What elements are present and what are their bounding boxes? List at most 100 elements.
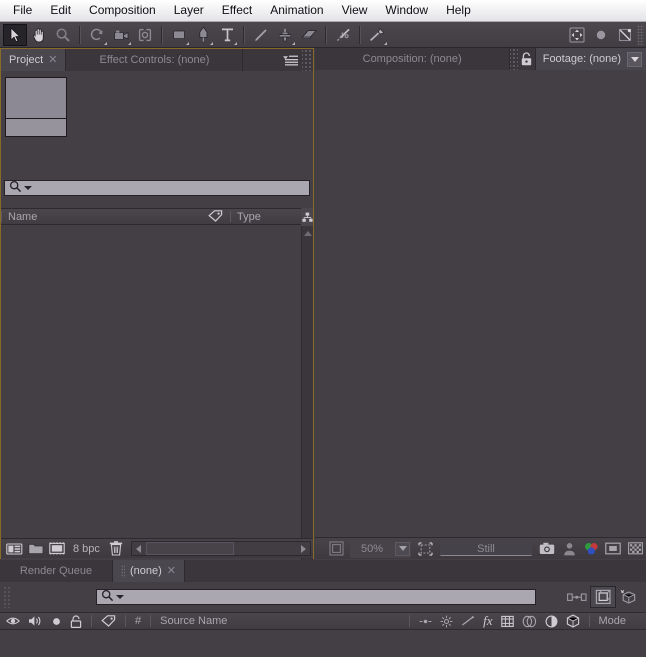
menu-item-window[interactable]: Window xyxy=(376,1,437,20)
solo-icon[interactable] xyxy=(47,613,66,629)
rotation-tool[interactable] xyxy=(85,24,109,46)
footage-selector[interactable]: Footage: (none) xyxy=(535,48,646,70)
tab-render-queue[interactable]: Render Queue xyxy=(0,560,113,582)
draft-3d-icon[interactable] xyxy=(590,586,616,608)
project-horizontal-scrollbar[interactable] xyxy=(131,541,311,556)
shy-icon[interactable] xyxy=(415,613,436,629)
search-filter-chevron-down-icon[interactable] xyxy=(24,186,32,190)
tab-grip[interactable] xyxy=(121,565,125,578)
adjustment-layer-icon[interactable] xyxy=(541,613,562,629)
project-column-selector-button[interactable] xyxy=(301,208,313,226)
zoom-level-value: 50% xyxy=(351,543,393,555)
brush-tool[interactable] xyxy=(249,24,273,46)
selection-tool[interactable] xyxy=(3,24,27,46)
hscroll-thumb[interactable] xyxy=(146,542,234,555)
menu-item-layer[interactable]: Layer xyxy=(165,1,213,20)
resolution-selector[interactable]: Still xyxy=(440,541,532,556)
column-header-source-name[interactable]: Source Name xyxy=(156,613,404,629)
zoom-chevron-down-icon[interactable] xyxy=(395,542,410,556)
pen-tool[interactable] xyxy=(191,24,215,46)
menu-item-view[interactable]: View xyxy=(333,1,377,20)
tab-project[interactable]: Project ✕ xyxy=(1,49,66,71)
audio-speaker-icon[interactable] xyxy=(24,613,47,629)
tab-timeline-close-icon[interactable]: ✕ xyxy=(167,566,176,577)
timeline-search-input[interactable] xyxy=(96,589,536,605)
chevron-down-icon[interactable] xyxy=(627,52,642,67)
new-composition-icon[interactable] xyxy=(4,540,25,558)
search-filter-chevron-down-icon[interactable] xyxy=(116,595,124,599)
tab-render-queue-label: Render Queue xyxy=(20,565,92,577)
bit-depth-label[interactable]: 8 bpc xyxy=(67,543,106,555)
project-search-input[interactable] xyxy=(4,180,310,196)
show-snapshot-icon[interactable] xyxy=(558,539,580,558)
snapping-icon[interactable] xyxy=(613,24,637,46)
effects-fx-icon[interactable]: fx xyxy=(479,613,496,629)
composition-footer-toolbar: 50% Still xyxy=(315,537,646,559)
column-header-label-tag[interactable] xyxy=(202,209,230,224)
channels-icon[interactable] xyxy=(580,539,602,558)
column-divider xyxy=(91,615,92,627)
timeline-current-time[interactable] xyxy=(12,586,90,608)
tool-flyout-indicator xyxy=(104,42,107,45)
lock-icon[interactable] xyxy=(518,48,535,70)
menu-item-edit[interactable]: Edit xyxy=(41,1,80,20)
pan-behind-tool[interactable] xyxy=(133,24,157,46)
column-header-type[interactable]: Type xyxy=(231,209,268,224)
composition-viewer[interactable] xyxy=(315,70,646,537)
column-header-index[interactable]: # xyxy=(131,613,145,629)
mask-view-icon[interactable] xyxy=(602,539,624,558)
type-tool[interactable] xyxy=(215,24,239,46)
clone-stamp-tool[interactable] xyxy=(273,24,297,46)
hscroll-left-arrow-icon[interactable] xyxy=(132,542,146,555)
hscroll-right-arrow-icon[interactable] xyxy=(296,542,310,555)
tab-composition[interactable]: Composition: (none) xyxy=(315,48,510,70)
renderer-options-icon[interactable] xyxy=(616,586,642,608)
timeline-grip[interactable] xyxy=(3,586,12,608)
lock-icon[interactable] xyxy=(66,613,86,629)
toolbar-grip[interactable] xyxy=(637,25,644,45)
puppet-pin-tool[interactable] xyxy=(365,24,389,46)
menu-item-composition[interactable]: Composition xyxy=(80,1,165,20)
frame-blending-icon[interactable] xyxy=(497,613,518,629)
anchor-point-icon[interactable] xyxy=(589,24,613,46)
quality-icon[interactable] xyxy=(457,613,479,629)
tab-project-close-icon[interactable]: ✕ xyxy=(48,55,57,66)
project-vertical-scrollbar[interactable] xyxy=(301,226,313,582)
project-panel-grip[interactable] xyxy=(302,49,313,71)
composition-panel-grip[interactable] xyxy=(510,48,518,70)
column-header-label-tag[interactable] xyxy=(97,613,120,629)
column-header-name[interactable]: Name xyxy=(2,209,202,224)
tab-effect-controls[interactable]: Effect Controls: (none) xyxy=(66,49,243,71)
scroll-up-arrow-icon[interactable] xyxy=(303,228,313,238)
timeline-layer-list[interactable] xyxy=(0,631,646,657)
new-footage-icon[interactable] xyxy=(46,540,67,558)
tab-timeline-none[interactable]: (none) ✕ xyxy=(113,560,185,582)
transform-gizmo-icon[interactable] xyxy=(565,24,589,46)
menu-item-effect[interactable]: Effect xyxy=(213,1,261,20)
collapse-transformations-icon[interactable] xyxy=(436,613,457,629)
main-view-icon[interactable] xyxy=(325,539,347,558)
hand-tool[interactable] xyxy=(27,24,51,46)
transparency-grid-icon[interactable] xyxy=(624,539,646,558)
roto-brush-tool[interactable] xyxy=(331,24,355,46)
menu-item-animation[interactable]: Animation xyxy=(261,1,332,20)
project-panel-tabbar: Project ✕ Effect Controls: (none) xyxy=(1,49,313,71)
zoom-tool[interactable] xyxy=(51,24,75,46)
new-folder-icon[interactable] xyxy=(25,540,46,558)
trash-icon[interactable] xyxy=(106,540,127,558)
project-panel-menu-button[interactable] xyxy=(278,49,302,71)
project-item-list[interactable] xyxy=(1,226,301,582)
motion-blur-icon[interactable] xyxy=(518,613,541,629)
zoom-level-selector[interactable]: 50% xyxy=(350,540,411,558)
eraser-tool[interactable] xyxy=(297,24,321,46)
3d-layer-icon[interactable] xyxy=(562,613,584,629)
menu-item-help[interactable]: Help xyxy=(437,1,480,20)
menu-item-file[interactable]: File xyxy=(4,1,41,20)
composition-mini-flowchart-icon[interactable] xyxy=(564,586,590,608)
camera-tool[interactable] xyxy=(109,24,133,46)
shape-tool[interactable] xyxy=(167,24,191,46)
camera-icon[interactable] xyxy=(536,539,558,558)
column-header-mode[interactable]: Mode xyxy=(595,613,646,629)
region-of-interest-icon[interactable] xyxy=(414,539,436,558)
video-eye-icon[interactable] xyxy=(0,613,24,629)
